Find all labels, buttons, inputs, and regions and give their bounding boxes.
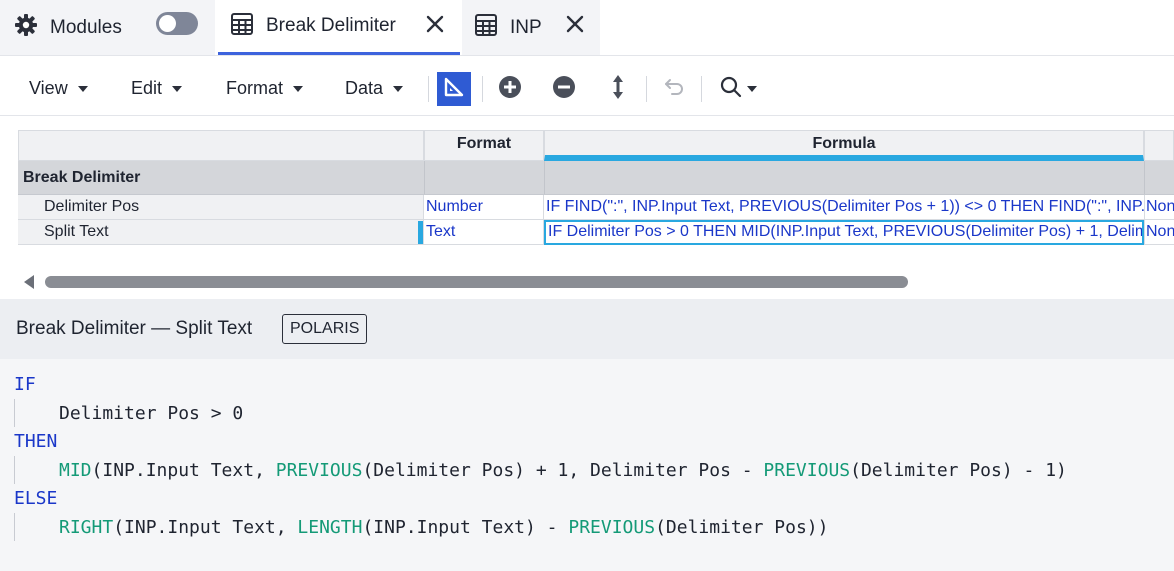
undo-button[interactable] xyxy=(657,72,691,106)
menu-format[interactable]: Format xyxy=(226,78,304,99)
toolbar-divider xyxy=(482,76,483,102)
grid-cell[interactable]: Non xyxy=(1144,195,1174,220)
column-divider xyxy=(424,161,425,194)
function-name: PREVIOUS xyxy=(763,460,851,481)
set-square-icon xyxy=(443,76,465,103)
toggle-knob xyxy=(159,15,176,32)
chevron-down-icon xyxy=(77,85,88,92)
toolbar-divider xyxy=(701,76,702,102)
chevron-down-icon xyxy=(393,85,404,92)
grid-cell[interactable]: Non xyxy=(1144,220,1174,245)
function-name: MID xyxy=(59,460,92,481)
reorder-button[interactable] xyxy=(601,72,635,106)
toolbar: View Edit Format Data xyxy=(0,62,1174,116)
undo-icon xyxy=(662,75,686,104)
search-button[interactable] xyxy=(714,72,762,106)
tab-modules-label: Modules xyxy=(50,16,122,38)
scroll-left-icon[interactable] xyxy=(24,275,34,289)
keyword-if: IF xyxy=(14,374,36,395)
tab-inp[interactable]: INP xyxy=(462,0,600,55)
close-icon[interactable] xyxy=(564,13,586,35)
function-name: PREVIOUS xyxy=(275,460,363,481)
toolbar-divider xyxy=(428,76,429,102)
format-cell[interactable]: Text xyxy=(424,220,544,245)
keyword-else: ELSE xyxy=(14,488,58,509)
toolbar-divider xyxy=(646,76,647,102)
column-divider xyxy=(544,161,545,194)
code-text: (Delimiter Pos) + 1, Delimiter Pos - xyxy=(362,460,764,481)
format-cell[interactable]: Number xyxy=(424,195,544,220)
menu-edit-label: Edit xyxy=(131,78,163,98)
condition-text: Delimiter Pos > 0 xyxy=(59,403,244,424)
code-text: (INP.Input Text) - xyxy=(362,517,569,538)
tab-modules[interactable]: Modules xyxy=(0,0,215,55)
menu-data[interactable]: Data xyxy=(345,78,404,99)
horizontal-scrollbar[interactable] xyxy=(18,270,1174,294)
group-row: Break Delimiter xyxy=(18,161,1174,195)
column-header-formula[interactable]: Formula xyxy=(544,130,1144,161)
formula-panel: Break Delimiter — Split Text POLARIS IF … xyxy=(0,299,1174,571)
code-text: (Delimiter Pos) - 1) xyxy=(850,460,1067,481)
formula-code: IF Delimiter Pos > 0 THEN MID(INP.Input … xyxy=(0,359,1174,571)
code-text: (INP.Input Text, xyxy=(113,517,298,538)
code-line-else: ELSE xyxy=(14,485,57,513)
function-name: PREVIOUS xyxy=(568,517,656,538)
function-name: RIGHT xyxy=(59,517,114,538)
row-selection-marker xyxy=(418,221,423,244)
formula-cell-selected[interactable]: IF Delimiter Pos > 0 THEN MID(INP.Input … xyxy=(544,220,1144,245)
code-line-then: THEN xyxy=(14,428,57,456)
chevron-down-icon xyxy=(293,85,304,92)
indent-guide xyxy=(14,513,15,541)
menu-format-label: Format xyxy=(226,78,284,98)
module-grid: Format Formula Break Delimiter Delimiter… xyxy=(18,130,1174,246)
row-label-delimiter-pos[interactable]: Delimiter Pos xyxy=(18,195,424,220)
menu-view[interactable]: View xyxy=(29,78,88,99)
code-line-else-expr: RIGHT(INP.Input Text, LENGTH(INP.Input T… xyxy=(59,514,828,542)
gear-icon xyxy=(14,13,38,42)
close-icon[interactable] xyxy=(424,13,446,35)
engine-badge: POLARIS xyxy=(282,314,368,344)
menu-edit[interactable]: Edit xyxy=(131,78,183,99)
tab-break-delimiter-label: Break Delimiter xyxy=(266,15,396,36)
plus-circle-icon xyxy=(498,75,522,104)
code-line-condition: Delimiter Pos > 0 xyxy=(59,400,243,428)
indent-guide xyxy=(14,456,15,484)
function-name: LENGTH xyxy=(297,517,363,538)
chevron-down-icon xyxy=(172,85,183,92)
code-text: (Delimiter Pos)) xyxy=(655,517,829,538)
code-text: (INP.Input Text, xyxy=(91,460,276,481)
chevron-down-icon xyxy=(747,86,757,92)
search-icon xyxy=(719,75,743,104)
vertical-arrows-icon xyxy=(610,74,626,105)
minus-circle-icon xyxy=(552,75,576,104)
menu-view-label: View xyxy=(29,78,68,98)
tab-break-delimiter[interactable]: Break Delimiter xyxy=(218,0,460,55)
add-button[interactable] xyxy=(493,72,527,106)
formula-panel-header: Break Delimiter — Split Text POLARIS xyxy=(0,299,1174,359)
formula-cell[interactable]: IF FIND(":", INP.Input Text, PREVIOUS(De… xyxy=(544,195,1144,220)
tab-bar: Modules Break Delimiter INP xyxy=(0,0,1174,56)
menu-data-label: Data xyxy=(345,78,384,98)
blueprint-button[interactable] xyxy=(437,72,471,106)
keyword-then: THEN xyxy=(14,431,58,452)
row-label-split-text[interactable]: Split Text xyxy=(18,220,424,245)
column-header-next[interactable] xyxy=(1144,130,1174,161)
code-line-if: IF xyxy=(14,371,36,399)
remove-button[interactable] xyxy=(547,72,581,106)
column-divider xyxy=(1144,161,1145,194)
modules-toggle[interactable] xyxy=(156,12,198,35)
tab-inp-label: INP xyxy=(510,16,542,38)
code-line-then-expr: MID(INP.Input Text, PREVIOUS(Delimiter P… xyxy=(59,457,1067,485)
scrollbar-thumb[interactable] xyxy=(45,276,908,288)
indent-guide xyxy=(14,399,15,427)
formula-panel-title: Break Delimiter — Split Text xyxy=(16,318,253,339)
group-row-label: Break Delimiter xyxy=(23,169,141,186)
grid-icon xyxy=(474,13,498,42)
grid-corner xyxy=(18,130,424,161)
column-header-format[interactable]: Format xyxy=(424,130,544,161)
grid-icon xyxy=(230,12,254,41)
